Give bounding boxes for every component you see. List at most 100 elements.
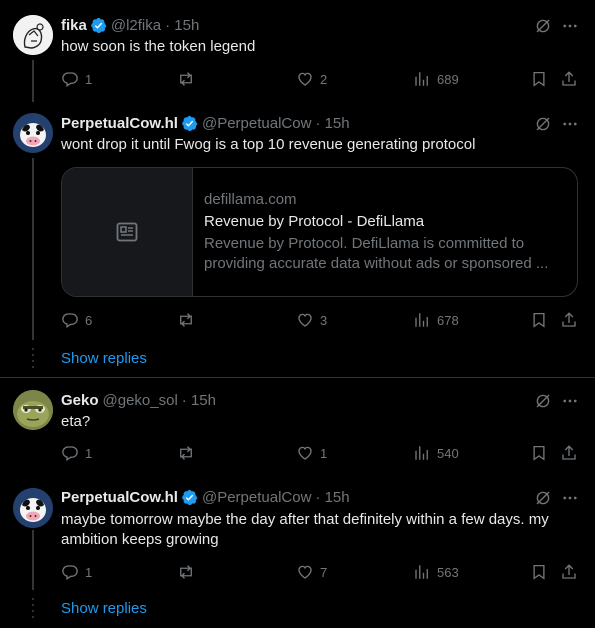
reply-icon (61, 444, 79, 462)
repost-icon (177, 563, 195, 581)
like-icon (296, 444, 314, 462)
tweet-text: wont drop it until Fwog is a top 10 reve… (61, 136, 476, 153)
reply-button[interactable]: 1 (61, 563, 92, 581)
reply-icon (61, 311, 79, 329)
link-card-description: Revenue by Protocol. DefiLlama is commit… (204, 235, 549, 272)
views-button[interactable]: 540 (413, 444, 459, 462)
tweet[interactable]: fika @l2fika · 15h how soon is the token… (0, 0, 595, 104)
like-icon (296, 311, 314, 329)
reply-button[interactable]: 1 (61, 444, 92, 462)
views-button[interactable]: 689 (413, 70, 459, 88)
share-icon (560, 311, 578, 329)
author-name[interactable]: fika (61, 17, 87, 34)
author-handle[interactable]: @geko_sol (103, 392, 178, 409)
like-icon (296, 70, 314, 88)
view-count: 678 (437, 312, 459, 328)
share-button[interactable] (560, 563, 584, 581)
bookmark-button[interactable] (530, 311, 554, 329)
grok-icon[interactable] (534, 392, 552, 410)
avatar[interactable] (13, 113, 53, 153)
tweet-text: how soon is the token legend (61, 38, 256, 55)
reply-count: 6 (85, 312, 93, 328)
link-card-domain: defillama.com (204, 191, 297, 208)
share-button[interactable] (560, 444, 584, 462)
views-icon (413, 70, 431, 88)
show-replies-link[interactable]: Show replies (61, 350, 147, 367)
repost-icon (177, 444, 195, 462)
like-button[interactable]: 3 (296, 311, 327, 329)
author-handle[interactable]: @PerpetualCow (202, 489, 311, 506)
grok-icon[interactable] (534, 489, 552, 507)
grok-icon[interactable] (534, 115, 552, 133)
grok-icon[interactable] (534, 17, 552, 35)
link-card-thumbnail (62, 168, 193, 296)
repost-button[interactable] (177, 563, 201, 581)
bookmark-icon (530, 444, 548, 462)
repost-icon (177, 70, 195, 88)
action-bar: 1 2 689 (61, 70, 581, 90)
timestamp[interactable]: · 15h (315, 115, 349, 132)
avatar[interactable] (13, 15, 53, 55)
avatar[interactable] (13, 390, 53, 430)
tweet[interactable]: PerpetualCow.hl @PerpetualCow · 15h mayb… (0, 476, 595, 628)
reply-count: 1 (85, 564, 93, 580)
like-count: 7 (320, 564, 328, 580)
bookmark-icon (530, 70, 548, 88)
like-count: 2 (320, 71, 328, 87)
share-button[interactable] (560, 70, 584, 88)
share-icon (560, 70, 578, 88)
reply-button[interactable]: 1 (61, 70, 92, 88)
timestamp[interactable]: · 15h (315, 489, 349, 506)
reply-button[interactable]: 6 (61, 311, 92, 329)
author-handle[interactable]: @PerpetualCow (202, 115, 311, 132)
tweet[interactable]: PerpetualCow.hl @PerpetualCow · 15h wont… (0, 104, 595, 378)
bookmark-button[interactable] (530, 563, 554, 581)
like-icon (296, 563, 314, 581)
view-count: 563 (437, 564, 459, 580)
tweet[interactable]: Geko @geko_sol · 15h eta? 1 1 540 (0, 378, 595, 476)
bookmark-icon (530, 311, 548, 329)
link-card-title: Revenue by Protocol - DefiLlama (204, 213, 425, 230)
link-card-icon (116, 222, 138, 242)
author-name[interactable]: PerpetualCow.hl (61, 489, 178, 506)
like-button[interactable]: 1 (296, 444, 327, 462)
bookmark-button[interactable] (530, 444, 554, 462)
like-count: 1 (320, 445, 328, 461)
views-button[interactable]: 678 (413, 311, 459, 329)
reply-icon (61, 563, 79, 581)
repost-button[interactable] (177, 311, 201, 329)
repost-icon (177, 311, 195, 329)
author-handle[interactable]: @l2fika (111, 17, 161, 34)
verified-badge-icon (90, 17, 107, 34)
more-icon[interactable] (560, 17, 580, 35)
views-icon (413, 311, 431, 329)
views-icon (413, 563, 431, 581)
view-count: 689 (437, 71, 459, 87)
link-card[interactable]: defillama.com Revenue by Protocol - Defi… (61, 167, 578, 297)
more-icon[interactable] (560, 392, 580, 410)
show-replies-link[interactable]: Show replies (61, 600, 147, 617)
repost-button[interactable] (177, 70, 201, 88)
avatar[interactable] (13, 488, 53, 528)
like-button[interactable]: 7 (296, 563, 327, 581)
author-name[interactable]: PerpetualCow.hl (61, 115, 178, 132)
timestamp[interactable]: · 15h (182, 392, 216, 409)
more-icon[interactable] (560, 115, 580, 133)
tweet-text: maybe tomorrow maybe the day after that … (61, 511, 549, 548)
views-icon (413, 444, 431, 462)
author-name[interactable]: Geko (61, 392, 99, 409)
action-bar: 6 3 678 (61, 311, 581, 331)
share-button[interactable] (560, 311, 584, 329)
action-bar: 1 7 563 (61, 563, 581, 583)
share-icon (560, 563, 578, 581)
timestamp[interactable]: · 15h (165, 17, 199, 34)
more-icon[interactable] (560, 489, 580, 507)
like-button[interactable]: 2 (296, 70, 327, 88)
bookmark-button[interactable] (530, 70, 554, 88)
repost-button[interactable] (177, 444, 201, 462)
reply-icon (61, 70, 79, 88)
views-button[interactable]: 563 (413, 563, 459, 581)
verified-badge-icon (181, 115, 198, 132)
share-icon (560, 444, 578, 462)
like-count: 3 (320, 312, 328, 328)
